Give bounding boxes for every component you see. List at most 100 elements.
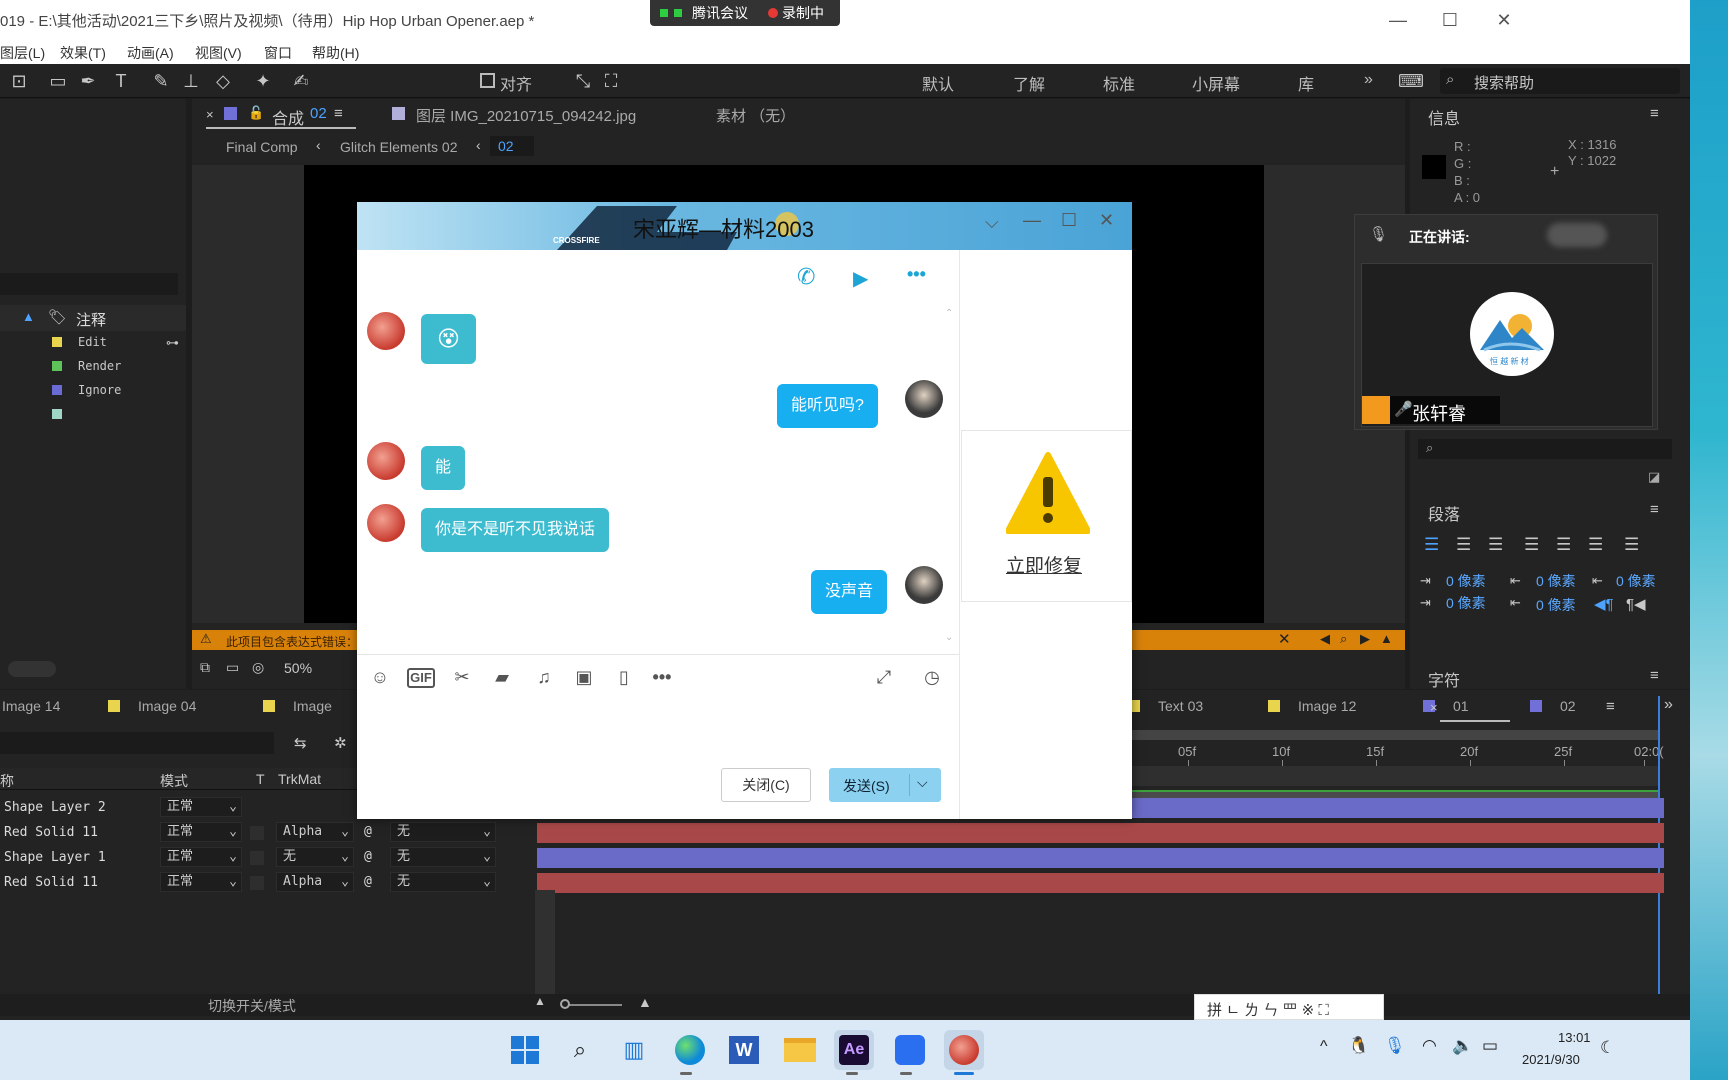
phone-call-icon[interactable]: ✆ — [797, 264, 815, 290]
space-after-value[interactable]: 0 像素 — [1536, 595, 1576, 615]
workspace-more-button[interactable]: » — [1364, 71, 1373, 89]
workspace-learn[interactable]: 了解 — [1013, 71, 1045, 95]
parent-dropdown[interactable]: 无 ⌄ — [390, 822, 496, 842]
qq-tray-icon[interactable]: 🐧 — [1348, 1036, 1369, 1056]
maximize-button[interactable]: ☐ — [1430, 6, 1470, 34]
rtl-direction-icon[interactable]: ¶◀ — [1626, 595, 1646, 613]
roto-brush-tool-icon[interactable]: ✦ — [250, 69, 276, 93]
parent-pickwhip-icon[interactable]: @ — [364, 874, 372, 889]
comp-tab-label[interactable]: 合成 — [272, 105, 304, 129]
layer-duration-bar[interactable] — [537, 873, 1664, 893]
wifi-icon[interactable]: ◠ — [1422, 1036, 1437, 1056]
menu-layer[interactable]: 图层(L) — [0, 43, 45, 63]
panel-search-field[interactable]: ⌕ — [1418, 439, 1672, 459]
timeline-tab-2[interactable]: Image 04 — [138, 698, 196, 714]
layer-duration-bar[interactable] — [537, 823, 1664, 843]
zoom-slider-handle[interactable] — [560, 999, 570, 1009]
breadcrumb-current[interactable]: 02 — [490, 136, 534, 156]
workspace-default[interactable]: 默认 — [922, 71, 954, 95]
timeline-tab-1[interactable]: Image 14 — [2, 698, 60, 714]
eraser-tool-icon[interactable]: ◇ — [210, 69, 236, 93]
message-bubble[interactable]: 能 — [421, 446, 466, 490]
project-search-field[interactable] — [0, 273, 178, 295]
timeline-tab-6[interactable]: 01 — [1453, 698, 1469, 714]
contact-avatar[interactable] — [367, 442, 405, 480]
zoom-level[interactable]: 50% — [284, 660, 312, 676]
mask-icon[interactable]: ◎ — [252, 659, 264, 676]
message-bubble[interactable]: 没声音 — [811, 570, 888, 614]
snap-grid-icon[interactable]: ⛶ — [598, 69, 624, 93]
screenshot-scissors-icon[interactable]: ✂ — [449, 664, 475, 690]
panel-menu-icon[interactable]: ≡ — [334, 105, 343, 122]
work-area-bar[interactable] — [1132, 730, 1660, 740]
workspace-standard[interactable]: 标准 — [1103, 71, 1135, 95]
word-icon[interactable]: W — [724, 1030, 764, 1070]
folder-icon[interactable]: ▰ — [489, 664, 515, 690]
my-avatar[interactable] — [905, 380, 943, 418]
menu-window[interactable]: 窗口 — [264, 43, 292, 63]
timeline-tab-7[interactable]: 02 — [1560, 698, 1576, 714]
preserve-transparency-checkbox[interactable] — [250, 851, 264, 865]
monitor-icon[interactable]: ▭ — [226, 659, 239, 676]
close-chat-button[interactable]: 关闭(C) — [721, 768, 811, 802]
chevron-down-icon[interactable]: ⌵ — [985, 212, 999, 233]
layer-mode-dropdown[interactable]: 正常 ⌄ — [160, 822, 242, 842]
toggle-switches-modes[interactable]: 切换开关/模式 — [208, 996, 296, 1016]
parent-pickwhip-icon[interactable]: @ — [364, 849, 372, 864]
message-bubble[interactable]: 你是不是听不见我说话 — [421, 508, 610, 552]
align-checkbox[interactable] — [480, 73, 495, 88]
indent-right-value[interactable]: 0 像素 — [1616, 571, 1656, 591]
menu-help[interactable]: 帮助(H) — [312, 43, 359, 63]
footage-tab[interactable]: 素材 （无） — [716, 105, 795, 126]
layer-row[interactable]: Red Solid 11 正常 ⌄ Alpha ⌄ @ 无 ⌄ — [0, 821, 530, 845]
workspace-small-screen[interactable]: 小屏幕 — [1192, 71, 1240, 95]
layer-row[interactable]: Shape Layer 1 正常 ⌄ 无 ⌄ @ 无 ⌄ — [0, 846, 530, 870]
clock-time[interactable]: 13:01 — [1558, 1030, 1591, 1045]
parent-dropdown[interactable]: 无 ⌄ — [390, 872, 496, 892]
puppet-pin-tool-icon[interactable]: ✍ — [288, 69, 314, 93]
menu-effect[interactable]: 效果(T) — [60, 43, 106, 63]
align-left-icon[interactable]: ☰ — [1424, 535, 1439, 555]
col-name[interactable]: 称 — [0, 771, 14, 791]
zoom-in-icon[interactable]: ▲ — [638, 994, 652, 1010]
bars-scrollbar[interactable] — [535, 890, 555, 1002]
expand-icon[interactable]: ⤢ — [871, 664, 897, 690]
layer-name[interactable]: Shape Layer 2 — [4, 800, 106, 815]
ime-toolbar[interactable]: 拼 ㄴ ㄌ ㄣ 罒 ※ ⛶ — [1194, 994, 1384, 1020]
file-explorer-icon[interactable] — [780, 1030, 820, 1070]
layer-duration-bar[interactable] — [537, 848, 1664, 868]
send-button[interactable]: 发送(S) — [843, 776, 890, 796]
zoom-slider[interactable] — [562, 1004, 622, 1006]
trkmat-dropdown[interactable]: 无 ⌄ — [276, 847, 354, 867]
text-tool-icon[interactable]: T — [108, 69, 134, 93]
message-bubble[interactable]: 能听见吗? — [777, 384, 878, 428]
find-error-icon[interactable]: ⌕ — [1340, 631, 1347, 647]
indent-first-value[interactable]: 0 像素 — [1536, 571, 1576, 591]
breadcrumb-final-comp[interactable]: Final Comp — [226, 139, 298, 155]
edge-browser-icon[interactable] — [670, 1030, 710, 1070]
layer-name[interactable]: Red Solid 11 — [4, 875, 98, 890]
more-options-icon[interactable]: ••• — [907, 264, 926, 285]
close-error-icon[interactable]: ✕ — [1278, 630, 1291, 648]
label-edit[interactable]: Edit — [78, 335, 107, 349]
my-avatar[interactable] — [905, 566, 943, 604]
qq-chat-icon[interactable] — [944, 1030, 984, 1070]
send-options-chevron-icon[interactable]: ⌵ — [917, 774, 928, 791]
battery-icon[interactable]: ▭ — [1482, 1036, 1498, 1056]
preserve-transparency-checkbox[interactable] — [250, 876, 264, 890]
panel-menu-icon[interactable]: ≡ — [1650, 105, 1659, 122]
timeline-tab-4[interactable]: Text 03 — [1158, 698, 1203, 714]
breadcrumb-glitch-elements[interactable]: Glitch Elements 02 — [340, 139, 458, 155]
justify-right-icon[interactable]: ☰ — [1588, 535, 1603, 555]
label-render[interactable]: Render — [78, 359, 121, 373]
comp-flowchart-icon[interactable]: ⇆ — [294, 734, 307, 752]
draft-3d-icon[interactable]: ✲ — [334, 734, 347, 752]
workspace-library[interactable]: 库 — [1298, 71, 1314, 95]
justify-all-icon[interactable]: ☰ — [1624, 535, 1639, 555]
parent-pickwhip-icon[interactable]: @ — [364, 824, 372, 839]
music-icon[interactable]: ♫ — [531, 664, 557, 690]
clone-stamp-tool-icon[interactable]: ⊥ — [178, 69, 204, 93]
contact-avatar[interactable] — [367, 504, 405, 542]
panel-menu-icon[interactable]: ≡ — [1606, 698, 1615, 715]
hand-tool-icon[interactable]: ⊡ — [6, 69, 32, 93]
